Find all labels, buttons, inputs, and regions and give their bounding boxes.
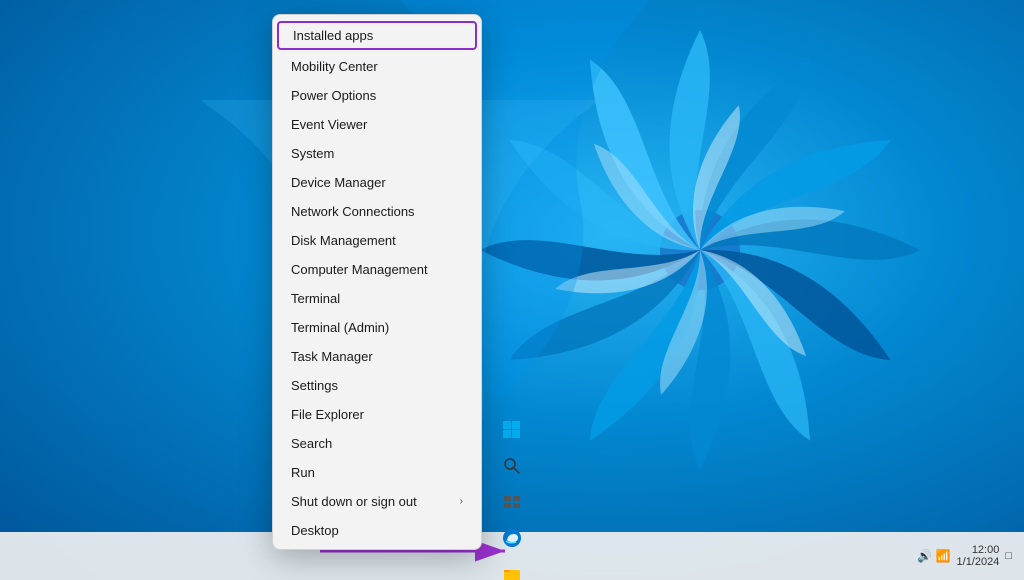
search-button[interactable] bbox=[494, 448, 530, 484]
menu-item-terminal-admin[interactable]: Terminal (Admin) bbox=[273, 313, 481, 342]
menu-item-disk-management[interactable]: Disk Management bbox=[273, 226, 481, 255]
submenu-chevron-icon: › bbox=[460, 496, 463, 507]
start-button[interactable] bbox=[494, 412, 530, 448]
desktop: Installed apps Mobility Center Power Optio… bbox=[0, 0, 1024, 580]
menu-item-run[interactable]: Run bbox=[273, 458, 481, 487]
menu-item-settings[interactable]: Settings bbox=[273, 371, 481, 400]
menu-item-device-manager[interactable]: Device Manager bbox=[273, 168, 481, 197]
menu-item-installed-apps[interactable]: Installed apps bbox=[277, 21, 477, 50]
menu-item-label: Network Connections bbox=[291, 204, 415, 219]
menu-item-label: Terminal (Admin) bbox=[291, 320, 389, 335]
menu-item-label: Device Manager bbox=[291, 175, 386, 190]
menu-item-label: Installed apps bbox=[293, 28, 373, 43]
menu-item-label: Run bbox=[291, 465, 315, 480]
menu-item-label: File Explorer bbox=[291, 407, 364, 422]
menu-item-label: Event Viewer bbox=[291, 117, 367, 132]
menu-item-label: Mobility Center bbox=[291, 59, 378, 74]
clock: 12:00 1/1/2024 bbox=[957, 544, 1000, 568]
menu-item-search[interactable]: Search bbox=[273, 429, 481, 458]
menu-item-mobility-center[interactable]: Mobility Center bbox=[273, 52, 481, 81]
menu-item-network-connections[interactable]: Network Connections bbox=[273, 197, 481, 226]
menu-item-label: Terminal bbox=[291, 291, 340, 306]
menu-item-power-options[interactable]: Power Options bbox=[273, 81, 481, 110]
menu-item-system[interactable]: System bbox=[273, 139, 481, 168]
tray-icons: 🔊 📶 bbox=[917, 549, 950, 563]
menu-item-label: System bbox=[291, 146, 334, 161]
menu-item-task-manager[interactable]: Task Manager bbox=[273, 342, 481, 371]
system-tray: 🔊 📶 12:00 1/1/2024 □ bbox=[917, 532, 1012, 580]
notification-area: □ bbox=[1005, 550, 1012, 562]
context-menu: Installed apps Mobility Center Power Optio… bbox=[272, 14, 482, 550]
menu-item-shut-down[interactable]: Shut down or sign out › bbox=[273, 487, 481, 516]
menu-item-desktop[interactable]: Desktop bbox=[273, 516, 481, 545]
menu-item-label: Search bbox=[291, 436, 332, 451]
menu-item-label: Power Options bbox=[291, 88, 376, 103]
menu-item-label: Task Manager bbox=[291, 349, 373, 364]
menu-item-label: Shut down or sign out bbox=[291, 494, 417, 509]
menu-item-terminal[interactable]: Terminal bbox=[273, 284, 481, 313]
menu-item-event-viewer[interactable]: Event Viewer bbox=[273, 110, 481, 139]
menu-item-label: Disk Management bbox=[291, 233, 396, 248]
menu-item-label: Settings bbox=[291, 378, 338, 393]
task-view-button[interactable] bbox=[494, 484, 530, 520]
menu-item-label: Desktop bbox=[291, 523, 339, 538]
menu-item-computer-management[interactable]: Computer Management bbox=[273, 255, 481, 284]
menu-item-label: Computer Management bbox=[291, 262, 428, 277]
menu-item-file-explorer[interactable]: File Explorer bbox=[273, 400, 481, 429]
